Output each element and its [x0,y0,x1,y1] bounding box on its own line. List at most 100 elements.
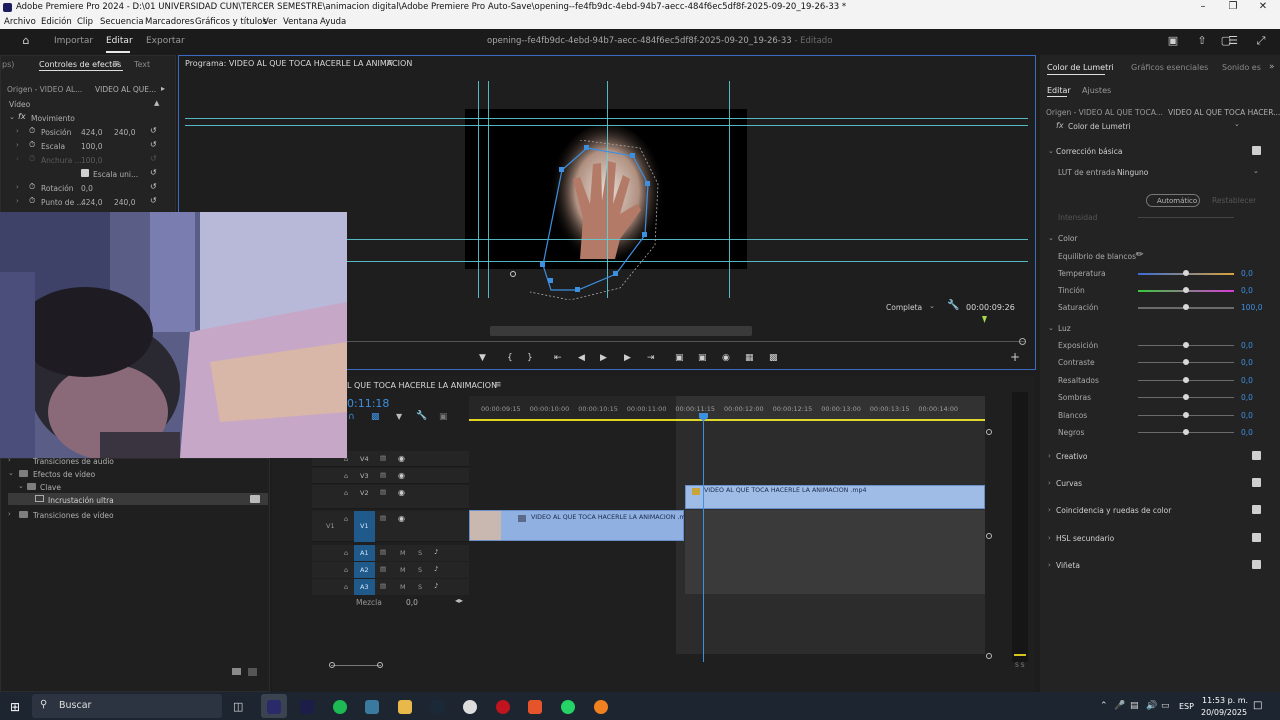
stopwatch-icon[interactable]: ⏱ [29,196,35,206]
quality-select[interactable]: Completa [886,303,922,312]
new-bin-icon[interactable] [232,668,241,675]
mask-vertex[interactable] [548,278,553,283]
playhead-track[interactable] [347,341,1025,342]
lumetri-section[interactable]: Creativo [1056,452,1087,461]
volume-icon[interactable]: 🔊 [1146,701,1157,711]
tab-sonido[interactable]: Sonido es [1222,63,1261,72]
eye-icon[interactable]: ◉ [398,514,405,523]
chrome-taskbar-icon[interactable] [463,700,477,714]
lumetri-source-seq[interactable]: VIDEO AL QUE TOCA HACER... [1168,108,1280,117]
menu-edicion[interactable]: Edición [41,17,72,27]
reset-icon[interactable]: ↺ [150,168,157,177]
brave-taskbar-icon[interactable] [528,700,542,714]
microphone-icon[interactable]: ♪ [434,548,438,556]
app-taskbar-icon[interactable] [365,700,379,714]
reset-icon[interactable]: ↺ [150,182,157,191]
menu-ver[interactable]: Ver [263,17,277,27]
ec-source-seq[interactable]: VIDEO AL QUE... [95,85,156,94]
language-indicator[interactable]: ESP [1179,702,1194,711]
tree-item[interactable]: Clave [40,483,61,492]
v-scroll-handle[interactable] [986,653,992,659]
expand-icon[interactable]: ⤢ [1255,35,1267,47]
microphone-icon[interactable]: ♪ [434,582,438,590]
auto-button[interactable]: Automático [1146,194,1200,207]
zoom-handle-left[interactable] [329,662,335,668]
lock-icon[interactable]: ⌂ [344,583,348,591]
tree-arrow-icon[interactable]: ⌄ [18,482,24,490]
chevron-down-icon[interactable]: ⌄ [1048,147,1054,155]
enable-checkbox[interactable] [1252,532,1261,542]
extract-icon[interactable]: ▣ [698,353,707,363]
mix-expand-icon[interactable]: ◂▸ [455,596,463,605]
windows-start-icon[interactable]: ⊞ [10,700,20,714]
maximize-icon[interactable]: ❐ [1218,0,1248,15]
guide-line[interactable] [347,239,1028,240]
lumetri-section[interactable]: HSL secundario [1056,534,1114,543]
file-explorer-taskbar-icon[interactable] [398,700,412,714]
whatsapp-taskbar-icon[interactable] [561,700,575,714]
timeline-timecode[interactable]: 0:11:18 [347,397,389,410]
share-icon[interactable]: ⇧ [1196,35,1208,47]
enable-checkbox[interactable] [1252,478,1261,488]
lock-icon[interactable]: ⌂ [344,515,348,523]
sync-lock-icon[interactable]: ▤ [380,548,386,556]
lut-select[interactable]: Ninguno [1117,168,1148,177]
chevron-right-icon[interactable]: › [1048,561,1051,569]
chevron-right-icon[interactable]: › [1048,452,1051,460]
hamburger-icon[interactable]: ☰ [1227,35,1239,47]
step-back-icon[interactable]: ◀ [578,353,585,363]
menu-marcadores[interactable]: Marcadores [145,17,194,27]
reset-icon[interactable]: ↺ [150,140,157,149]
chevron-down-icon[interactable]: ⌄ [1048,324,1054,332]
microphone-icon[interactable]: ♪ [434,565,438,573]
lumetri-section[interactable]: Coincidencia y ruedas de color [1056,506,1171,515]
section-luz[interactable]: Luz [1058,324,1071,333]
light-row-value[interactable]: 0,0 [1241,358,1253,367]
tab-lumetri[interactable]: Color de Lumetri [1047,63,1114,72]
eye-icon[interactable]: ◉ [398,488,405,497]
mask-vertex[interactable] [575,287,580,292]
tab-exportar[interactable]: Exportar [146,36,185,46]
subtab-ajustes[interactable]: Ajustes [1082,86,1111,95]
lumetri-source[interactable]: Origen - VIDEO AL QUE TOCA... [1046,108,1163,117]
solo-button[interactable]: S [418,549,422,557]
timeline-tab[interactable]: L QUE TOCA HACERLE LA ANIMACION [347,381,497,390]
captions-icon[interactable]: ▣ [439,412,448,422]
mix-value[interactable]: 0,0 [406,598,418,607]
go-to-out-icon[interactable]: ⇥ [647,353,655,363]
menu-archivo[interactable]: Archivo [4,17,36,27]
mask-vertex[interactable] [559,167,564,172]
reset-icon[interactable]: ↺ [150,126,157,135]
lumetri-section[interactable]: Viñeta [1056,561,1080,570]
menu-secuencia[interactable]: Secuencia [100,17,144,27]
panel-menu-icon[interactable]: ≡ [386,58,394,68]
expand-icon[interactable]: › [16,141,19,149]
mute-button[interactable]: M [400,566,406,574]
snap-icon[interactable]: ∩ [348,412,355,422]
ec-value[interactable]: 0,0 [81,184,93,193]
after-effects-taskbar-icon[interactable] [300,700,314,714]
guide-line[interactable] [488,81,489,298]
color-row-value[interactable]: 0,0 [1241,269,1253,278]
slider-knob[interactable] [1183,287,1189,293]
compare-icon[interactable]: ▦ [745,353,754,363]
stopwatch-icon[interactable]: ⏱ [29,126,35,136]
mask-path-overlay[interactable] [500,140,670,300]
mask-vertex[interactable] [540,262,545,267]
sync-lock-icon[interactable]: ▤ [380,582,386,590]
mask-vertex[interactable] [645,181,650,186]
eye-icon[interactable]: ◉ [398,471,405,480]
section-color[interactable]: Color [1058,234,1078,243]
v-scroll-handle[interactable] [986,429,992,435]
clock-date[interactable]: 20/09/2025 [1201,708,1247,717]
tray-chevron-icon[interactable]: ⌃ [1100,701,1108,711]
lock-icon[interactable]: ⌂ [344,489,348,497]
delete-icon[interactable] [248,668,257,676]
ec-play-icon[interactable]: ▸ [161,84,165,93]
add-button-icon[interactable]: + [1010,350,1020,364]
slider-knob[interactable] [1183,270,1189,276]
minimize-icon[interactable]: – [1188,0,1218,15]
tab-effect-controls[interactable]: Controles de efectos [39,60,121,69]
mask-vertex[interactable] [630,153,635,158]
zoom-scrollbar[interactable] [490,326,752,336]
